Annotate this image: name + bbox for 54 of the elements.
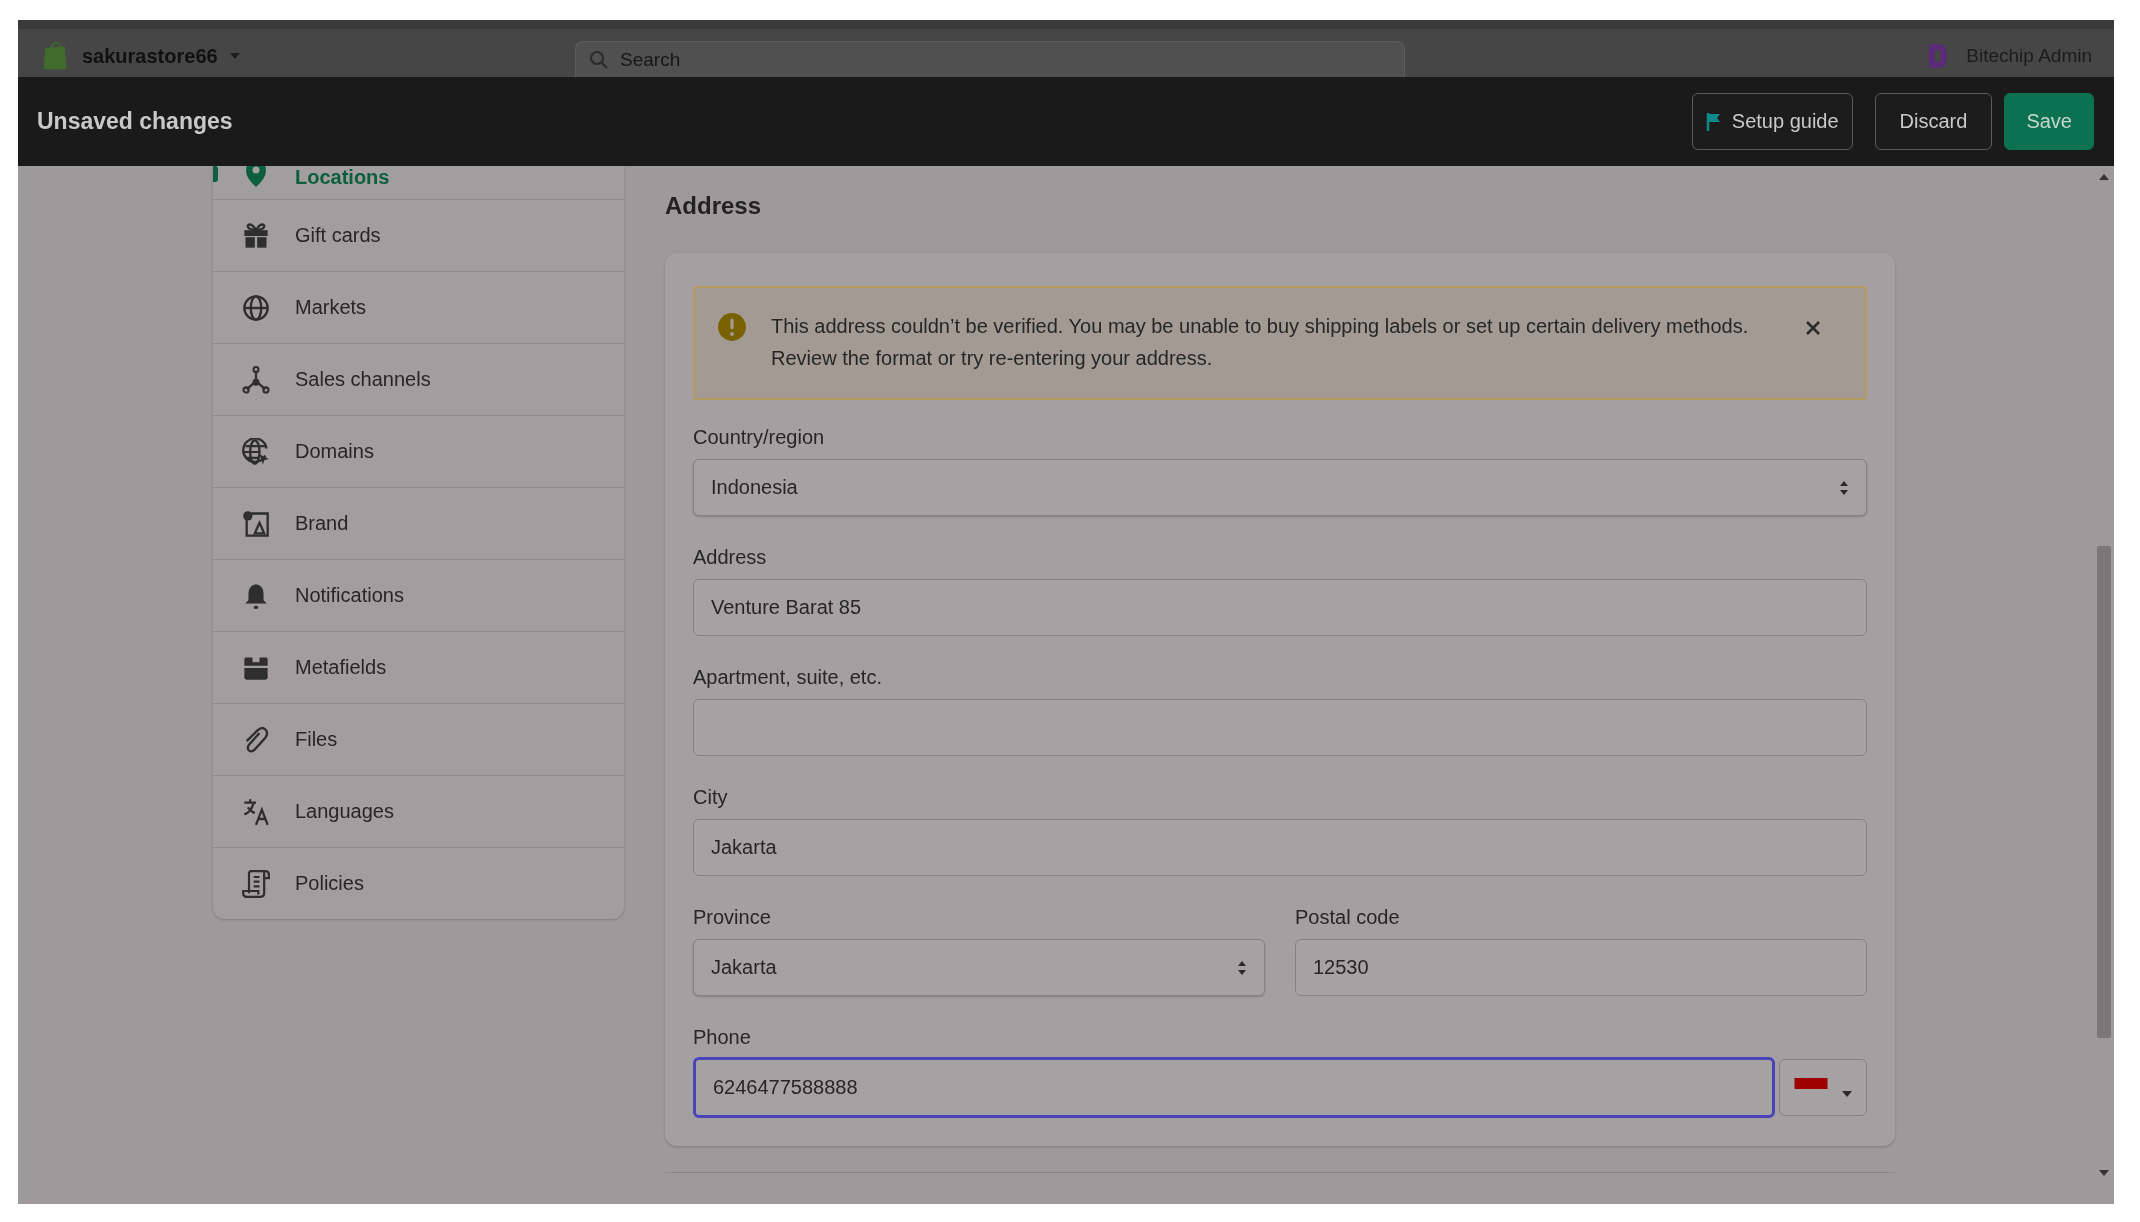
sidebar-item[interactable]: Markets [213, 272, 624, 344]
bell-icon [242, 581, 270, 610]
unsaved-title: Unsaved changes [37, 108, 233, 135]
close-icon[interactable] [1805, 320, 1821, 336]
field-label: Phone [693, 1026, 752, 1049]
save-button[interactable]: Save [2004, 93, 2094, 150]
warning-message: This address couldn’t be verified. You may be unable to buy shipping labels or set up certain delivery methods. Review the format or try re-entering your address. [771, 314, 1750, 371]
input-field[interactable]: Jakarta [693, 819, 1867, 876]
sidebar-item[interactable]: Files [213, 704, 624, 776]
caret-icon [229, 53, 240, 59]
flag-icon [1794, 1077, 1828, 1089]
search-field[interactable]: Search [575, 41, 1405, 77]
sidebar-item[interactable]: Locations [213, 166, 624, 200]
setup-guide-button[interactable]: Setup guide [1691, 93, 1853, 150]
field-label: Apartment, suite, etc. [693, 666, 883, 689]
search-icon [589, 50, 609, 70]
dropdown-field[interactable]: Indonesia [693, 459, 1867, 516]
sidebar-item[interactable]: Metafields [213, 632, 624, 704]
section-heading: Address [665, 192, 763, 220]
discard-button[interactable]: Discard [1874, 93, 1993, 150]
sidebar-item[interactable]: Sales channels [213, 344, 624, 416]
gift-icon [242, 221, 270, 250]
globe-icon [242, 293, 270, 322]
dropdown-field[interactable]: Jakarta [693, 939, 1265, 996]
phone-field[interactable]: 6246477588888 [693, 1057, 1775, 1118]
warning-icon [717, 312, 747, 342]
field-label: Postal code [1295, 906, 1401, 929]
field-label: Province [693, 906, 772, 929]
sidebar-item[interactable]: Gift cards [213, 200, 624, 272]
caret-icon [1842, 1091, 1852, 1097]
country-code-button[interactable] [1779, 1059, 1867, 1116]
shapes-icon [242, 509, 270, 538]
document-icon [242, 869, 270, 898]
scrollbar-thumb[interactable] [2097, 546, 2111, 1038]
nodes-icon [242, 365, 270, 394]
sidebar-item[interactable]: Domains [213, 416, 624, 488]
input-field[interactable] [693, 699, 1867, 756]
field-label: Address [693, 546, 768, 569]
input-field[interactable]: Venture Barat 85 [693, 579, 1867, 636]
sidebar-item[interactable]: Brand [213, 488, 624, 560]
field-label: Country/region [693, 426, 826, 449]
translate-icon [242, 797, 270, 826]
up-down-arrows-icon [1839, 479, 1849, 496]
input-field[interactable]: 12530 [1295, 939, 1867, 996]
up-down-arrows-icon [1237, 959, 1247, 976]
field-label: City [693, 786, 729, 809]
globe-cursor-icon [242, 437, 270, 466]
selection-bar [213, 166, 218, 182]
flag-icon [1705, 110, 1722, 133]
scroll-down-arrow-icon[interactable] [2099, 1170, 2109, 1176]
scroll-up-arrow-icon[interactable] [2099, 174, 2109, 180]
sidebar-item[interactable]: Notifications [213, 560, 624, 632]
sidebar-item[interactable]: Languages [213, 776, 624, 848]
sidebar-item[interactable]: Policies [213, 848, 624, 919]
